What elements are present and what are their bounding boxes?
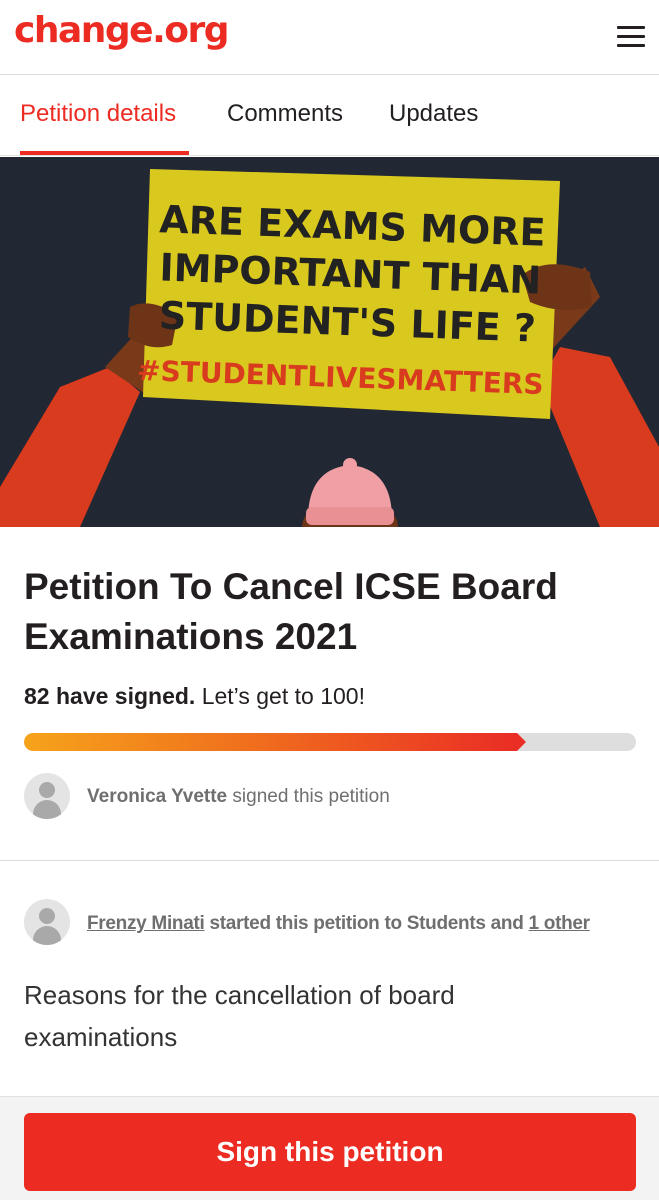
goal-text: Let’s get to 100! <box>201 683 365 709</box>
progress-tip <box>517 733 526 751</box>
recent-signer-line: Veronica Yvette signed this petition <box>87 786 390 808</box>
signer-avatar <box>24 773 70 819</box>
starter-avatar <box>24 899 70 945</box>
starter-name-link[interactable]: Frenzy Minati <box>87 913 205 934</box>
progress-fill <box>24 733 517 751</box>
signer-name: Veronica Yvette <box>87 786 228 807</box>
petition-starter-line: Frenzy Minati started this petition to S… <box>87 913 590 935</box>
signer-action: signed this petition <box>232 786 390 807</box>
section-divider <box>0 860 659 861</box>
signed-count-text: 82 have signed. <box>24 683 196 709</box>
petition-description: Reasons for the cancellation of board ex… <box>24 980 455 1052</box>
starter-middle-text: started this petition to Students and <box>209 913 524 934</box>
active-tab-indicator <box>20 151 189 155</box>
hamburger-menu-icon[interactable] <box>617 26 645 48</box>
other-recipients-link[interactable]: 1 other <box>529 913 591 934</box>
change-org-logo[interactable]: change.org <box>14 10 230 51</box>
petition-tabs: Petition details Comments Updates <box>0 76 659 156</box>
tab-comments[interactable]: Comments <box>227 100 343 128</box>
tab-petition-details[interactable]: Petition details <box>20 100 176 128</box>
signature-progress-bar <box>24 733 636 751</box>
tab-updates[interactable]: Updates <box>389 100 478 128</box>
protest-sign-illustration: ARE EXAMS MORE IMPORTANT THAN STUDENT'S … <box>0 169 659 527</box>
petition-title: Petition To Cancel ICSE Board Examinatio… <box>24 566 558 657</box>
petition-hero-image: ARE EXAMS MORE IMPORTANT THAN STUDENT'S … <box>0 157 659 527</box>
sign-petition-button[interactable]: Sign this petition <box>24 1113 636 1191</box>
signature-count: 82 have signed. Let’s get to 100! <box>24 683 365 710</box>
top-header: change.org <box>0 0 659 75</box>
